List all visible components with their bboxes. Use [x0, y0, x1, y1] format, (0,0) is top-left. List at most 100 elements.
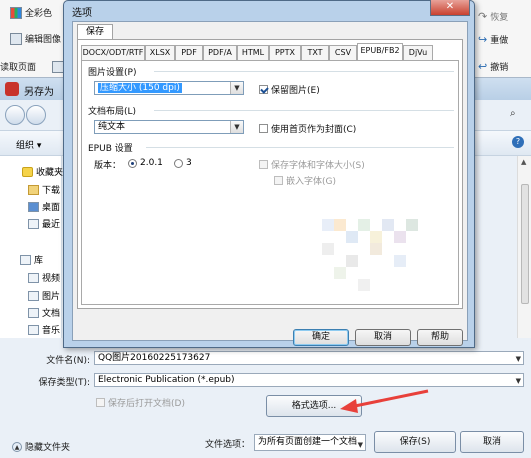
tab-csv[interactable]: CSV: [329, 45, 357, 60]
keep-images-label: 保留图片(E): [271, 86, 320, 96]
cancel-button[interactable]: 取消: [460, 431, 524, 453]
version-label: 版本：: [94, 161, 122, 171]
undo-tool[interactable]: ↩ 撤销: [478, 60, 508, 73]
keep-font-checkbox[interactable]: 保存字体和字体大小(S): [259, 158, 365, 171]
tree-label: 文档: [42, 309, 61, 319]
tree-item-desktop[interactable]: 桌面: [28, 200, 60, 213]
open-after-save-label: 保存后打开文档(D): [108, 399, 185, 409]
tree-item-recent[interactable]: 最近: [28, 217, 60, 230]
epub-settings-panel: 图片设置(P) 压缩大小 (150 dpi) ▼ 保留图片(E) 文档布局(L)…: [81, 60, 459, 305]
embed-font-checkbox[interactable]: 嵌入字体(G): [274, 174, 336, 187]
collapse-up-icon: ▲: [12, 441, 22, 452]
checkbox-box: [259, 85, 268, 94]
open-after-save-checkbox[interactable]: 保存后打开文档(D): [96, 396, 185, 409]
tab-docx[interactable]: DOCX/ODT/RTF: [81, 45, 145, 60]
redo2-label: 重做: [490, 36, 509, 46]
full-color-label: 全彩色: [25, 9, 53, 19]
tree-item-downloads[interactable]: 下载: [28, 183, 60, 196]
tab-djvu[interactable]: DjVu: [403, 45, 433, 60]
options-cancel-button[interactable]: 取消: [355, 329, 411, 346]
tree-item-favorites[interactable]: 收藏夹: [22, 165, 63, 178]
embed-font-label: 嵌入字体(G): [286, 177, 336, 187]
checkbox-box: [274, 176, 283, 185]
options-title: 选项: [72, 8, 92, 19]
scroll-up-icon[interactable]: ▲: [521, 158, 526, 166]
save-button[interactable]: 保存(S): [374, 431, 456, 453]
keep-images-checkbox[interactable]: 保留图片(E): [259, 83, 320, 96]
back-icon[interactable]: [5, 105, 25, 125]
tree-item-pictures[interactable]: 图片: [28, 289, 60, 302]
tree-label: 音乐: [42, 326, 61, 336]
edit-image-label: 编辑图像: [25, 35, 62, 45]
image-quality-select[interactable]: 压缩大小 (150 dpi) ▼: [94, 81, 244, 95]
help-icon[interactable]: ?: [512, 136, 524, 148]
close-button[interactable]: ✕: [430, 0, 470, 16]
tree-label: 收藏夹: [36, 168, 64, 178]
documents-icon: [28, 307, 39, 318]
library-icon: [20, 254, 31, 265]
layout-value: 纯文本: [98, 122, 126, 132]
tab-xlsx[interactable]: XLSX: [145, 45, 175, 60]
redo-tool[interactable]: ↷ 恢复: [478, 10, 508, 23]
tree-item-music[interactable]: 音乐: [28, 323, 60, 336]
read-page-tool[interactable]: 读取页面: [0, 60, 36, 73]
tab-epub-fb2[interactable]: EPUB/FB2: [357, 43, 403, 61]
color-icon: [10, 6, 22, 19]
options-dialog: 选项 ✕ 保存 DOCX/ODT/RTF XLSX PDF PDF/A HTML…: [63, 0, 475, 348]
tree-label: 下载: [42, 186, 61, 196]
tab-save[interactable]: 保存: [77, 24, 113, 40]
filetype-select[interactable]: Electronic Publication (*.epub) ▼: [94, 373, 524, 387]
version-201-radio[interactable]: 2.0.1: [128, 158, 163, 168]
epub-settings-label: EPUB 设置: [88, 144, 133, 154]
tree-label: 桌面: [42, 203, 61, 213]
tab-pdfa[interactable]: PDF/A: [203, 45, 237, 60]
image-quality-value: 压缩大小 (150 dpi): [98, 83, 182, 93]
version-3-radio[interactable]: 3: [174, 158, 192, 168]
tab-txt[interactable]: TXT: [301, 45, 329, 60]
edit-image-tool[interactable]: 编辑图像: [10, 32, 61, 45]
keep-font-label: 保存字体和字体大小(S): [271, 161, 365, 171]
filename-value: QQ图片20160225173627: [98, 353, 211, 363]
chevron-down-icon: ▼: [230, 82, 243, 94]
checkbox-box: [259, 160, 268, 169]
help-button[interactable]: 帮助: [417, 329, 463, 346]
pictures-icon: [28, 290, 39, 301]
tab-pptx[interactable]: PPTX: [269, 45, 301, 60]
tree-item-documents[interactable]: 文档: [28, 306, 60, 319]
radio-dot: [174, 158, 183, 168]
tree-item-videos[interactable]: 视频: [28, 271, 60, 284]
navigation-pane: 收藏夹 下载 桌面 最近 库 视频 图片 文档 音乐: [0, 156, 63, 338]
file-list-scrollbar[interactable]: ▲: [517, 156, 531, 338]
chevron-down-icon: ▼: [357, 441, 363, 449]
tab-pdf[interactable]: PDF: [175, 45, 203, 60]
first-page-cover-label: 使用首页作为封面(C): [271, 125, 357, 135]
full-color-tool[interactable]: 全彩色: [10, 6, 52, 19]
scroll-thumb[interactable]: [521, 184, 529, 304]
checkbox-box: [96, 398, 105, 407]
tree-label: 库: [34, 256, 44, 266]
tab-html[interactable]: HTML: [237, 45, 269, 60]
forward-icon[interactable]: [26, 105, 46, 125]
layout-select[interactable]: 纯文本 ▼: [94, 120, 244, 134]
redo2-icon: ↪: [478, 33, 488, 46]
ok-button[interactable]: 确定: [293, 329, 349, 346]
app-logo-icon: [5, 82, 19, 96]
redo2-tool[interactable]: ↪ 重做: [478, 33, 508, 46]
tree-item-libraries[interactable]: 库: [20, 253, 43, 266]
tree-label: 视频: [42, 274, 61, 284]
hide-folders-toggle[interactable]: ▲ 隐藏文件夹: [12, 440, 70, 453]
video-icon: [28, 272, 39, 283]
hide-folders-label: 隐藏文件夹: [25, 443, 71, 453]
download-folder-icon: [28, 184, 39, 195]
read-page-label: 读取页面: [0, 63, 37, 73]
redo-icon: ↷: [478, 10, 488, 23]
divider: [154, 110, 454, 111]
options-body: 保存 DOCX/ODT/RTF XLSX PDF PDF/A HTML PPTX…: [72, 21, 468, 346]
search-icon[interactable]: ⌕: [510, 108, 516, 119]
first-page-cover-checkbox[interactable]: 使用首页作为封面(C): [259, 122, 356, 135]
music-icon: [28, 324, 39, 335]
filename-field[interactable]: QQ图片20160225173627 ▼: [94, 351, 524, 365]
file-options-select[interactable]: 为所有页面创建一个文档 ▼: [254, 434, 366, 451]
organize-button[interactable]: 组织 ▾: [16, 138, 41, 151]
close-icon: ✕: [445, 1, 455, 12]
